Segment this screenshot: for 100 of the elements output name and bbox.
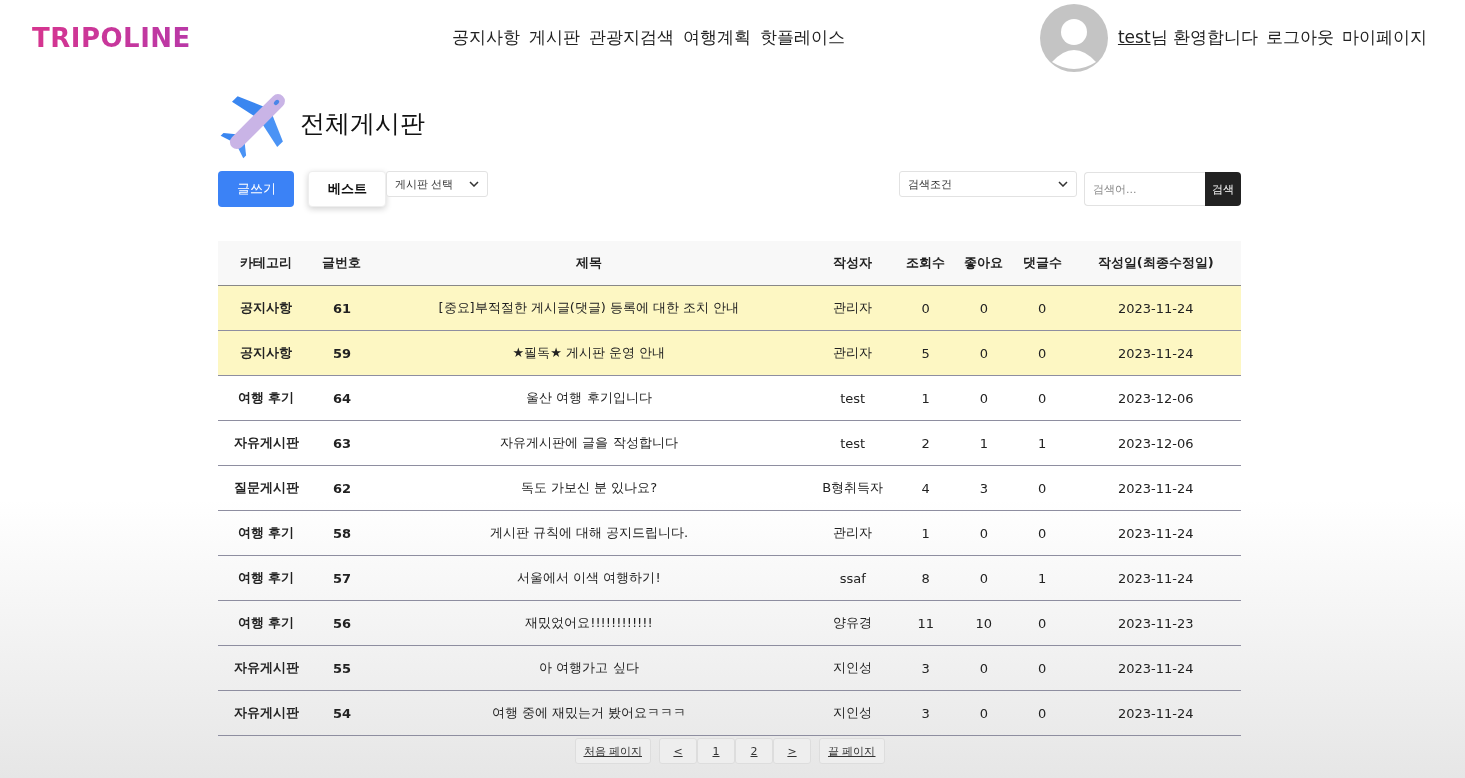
- table-cell: 관리자: [808, 330, 898, 376]
- table-cell: 55: [314, 645, 370, 691]
- table-cell: 양유경: [808, 600, 898, 646]
- table-cell: 0: [954, 330, 1014, 376]
- nav-link[interactable]: 여행계획: [683, 26, 751, 49]
- table-cell: 관리자: [808, 510, 898, 556]
- condition-select[interactable]: 검색조건: [899, 171, 1077, 197]
- table-cell: 2023-11-23: [1070, 600, 1241, 646]
- table-cell: 자유게시판: [218, 690, 315, 736]
- table-cell: 5: [897, 330, 955, 376]
- table-cell: 여행 후기: [218, 600, 315, 646]
- table-cell: 울산 여행 후기입니다: [369, 375, 809, 421]
- table-row[interactable]: 여행 후기 64 울산 여행 후기입니다 test 1 0 0 2023-12-06: [218, 375, 1241, 421]
- table-cell: 독도 가보신 분 있나요?: [369, 465, 809, 511]
- table-cell: test: [808, 420, 898, 466]
- table-cell: 57: [314, 555, 370, 601]
- write-button[interactable]: 글쓰기: [218, 171, 294, 207]
- column-header: 댓글수: [1013, 241, 1071, 286]
- table-cell: 서울에서 이색 여행하기!: [369, 555, 809, 601]
- last-page-button[interactable]: 끝 페이지: [819, 738, 885, 764]
- table-cell: 0: [954, 375, 1014, 421]
- table-cell: 2023-11-24: [1070, 285, 1241, 331]
- column-header: 카테고리: [218, 241, 315, 286]
- search-field[interactable]: 검색어...: [1084, 172, 1205, 206]
- table-cell: 0: [954, 555, 1014, 601]
- table-row[interactable]: 자유게시판 55 아 여행가고 싶다 지인성 3 0 0 2023-11-24: [218, 645, 1241, 691]
- table-cell: 0: [1013, 285, 1071, 331]
- table-cell: [중요]부적절한 게시글(댓글) 등록에 대한 조치 안내: [369, 285, 809, 331]
- table-cell: 0: [1013, 690, 1071, 736]
- table-cell: 0: [1013, 330, 1071, 376]
- table-cell: 0: [954, 645, 1014, 691]
- table-row[interactable]: 여행 후기 56 재밌었어요!!!!!!!!!!!! 양유경 11 10 0 2023-11-23: [218, 600, 1241, 646]
- page-button[interactable]: 1: [697, 738, 735, 764]
- table-cell: 1: [1013, 420, 1071, 466]
- header-link[interactable]: 마이페이지: [1342, 26, 1427, 49]
- page-title: 전체게시판: [300, 107, 425, 140]
- table-cell: 지인성: [808, 690, 898, 736]
- table-cell: 여행 후기: [218, 375, 315, 421]
- table-cell: 64: [314, 375, 370, 421]
- nav-link[interactable]: 게시판: [529, 26, 580, 49]
- table-cell: test: [808, 375, 898, 421]
- table-cell: 0: [1013, 600, 1071, 646]
- first-page-button[interactable]: 처음 페이지: [574, 738, 651, 764]
- table-row[interactable]: 질문게시판 62 독도 가보신 분 있나요? B형취득자 4 3 0 2023-11-24: [218, 465, 1241, 511]
- nav-link[interactable]: 핫플레이스: [760, 26, 845, 49]
- table-cell: B형취득자: [808, 465, 898, 511]
- table-cell: 2023-12-06: [1070, 420, 1241, 466]
- table-cell: 0: [954, 690, 1014, 736]
- table-cell: 63: [314, 420, 370, 466]
- table-cell: 아 여행가고 싶다: [369, 645, 809, 691]
- username-link[interactable]: test: [1117, 27, 1151, 47]
- table-cell: 0: [897, 285, 955, 331]
- page-button[interactable]: 2: [735, 738, 773, 764]
- table-cell: 재밌었어요!!!!!!!!!!!!: [369, 600, 809, 646]
- table-cell: 자유게시판에 글을 작성합니다: [369, 420, 809, 466]
- table-cell: 3: [897, 690, 955, 736]
- table-cell: 2023-11-24: [1070, 465, 1241, 511]
- table-cell: 2023-11-24: [1070, 690, 1241, 736]
- table-cell: 58: [314, 510, 370, 556]
- next-page-button[interactable]: >: [773, 738, 811, 764]
- table-row[interactable]: 여행 후기 58 게시판 규칙에 대해 공지드립니다. 관리자 1 0 0 2023-11-24: [218, 510, 1241, 556]
- table-cell: 62: [314, 465, 370, 511]
- table-cell: 8: [897, 555, 955, 601]
- table-cell: 59: [314, 330, 370, 376]
- avatar-icon: [1039, 3, 1108, 72]
- table-cell: 1: [1013, 555, 1071, 601]
- table-cell: 3: [954, 465, 1014, 511]
- prev-page-button[interactable]: <: [659, 738, 697, 764]
- column-header: 글번호: [314, 241, 370, 286]
- column-header: 제목: [369, 241, 809, 286]
- header-link[interactable]: 로그아웃: [1266, 26, 1334, 49]
- table-cell: 여행 중에 재밌는거 봤어요ㅋㅋㅋ: [369, 690, 809, 736]
- table-cell: 54: [314, 690, 370, 736]
- chevron-down-icon: [1058, 181, 1068, 187]
- search-button[interactable]: 검색: [1205, 172, 1241, 206]
- table-cell: ssaf: [808, 555, 898, 601]
- table-cell: 1: [954, 420, 1014, 466]
- greeting-text: 님 환영합니다: [1150, 27, 1258, 47]
- table-row[interactable]: 자유게시판 63 자유게시판에 글을 작성합니다 test 2 1 1 2023-12-06: [218, 420, 1241, 466]
- table-cell: 3: [897, 645, 955, 691]
- table-cell: 여행 후기: [218, 510, 315, 556]
- best-button[interactable]: 베스트: [308, 171, 386, 207]
- table-cell: 2023-11-24: [1070, 645, 1241, 691]
- table-cell: 10: [954, 600, 1014, 646]
- table-cell: 1: [897, 375, 955, 421]
- table-row[interactable]: 공지사항 61 [중요]부적절한 게시글(댓글) 등록에 대한 조치 안내 관리자 0 0 0 2023-11-24: [218, 285, 1241, 331]
- table-cell: 0: [1013, 645, 1071, 691]
- table-cell: 0: [1013, 510, 1071, 556]
- table-row[interactable]: 공지사항 59 ★필독★ 게시판 운영 안내 관리자 5 0 0 2023-11-24: [218, 330, 1241, 376]
- table-cell: 61: [314, 285, 370, 331]
- nav-link[interactable]: 공지사항: [452, 26, 520, 49]
- table-cell: 11: [897, 600, 955, 646]
- table-cell: 2: [897, 420, 955, 466]
- table-row[interactable]: 자유게시판 54 여행 중에 재밌는거 봤어요ㅋㅋㅋ 지인성 3 0 0 2023-11-24: [218, 690, 1241, 736]
- board-select[interactable]: 게시판 선택: [386, 171, 488, 197]
- column-header: 작성일(최종수정일): [1070, 241, 1241, 286]
- table-cell: ★필독★ 게시판 운영 안내: [369, 330, 809, 376]
- nav-link[interactable]: 관광지검색: [589, 26, 674, 49]
- table-cell: 게시판 규칙에 대해 공지드립니다.: [369, 510, 809, 556]
- table-row[interactable]: 여행 후기 57 서울에서 이색 여행하기! ssaf 8 0 1 2023-11-24: [218, 555, 1241, 601]
